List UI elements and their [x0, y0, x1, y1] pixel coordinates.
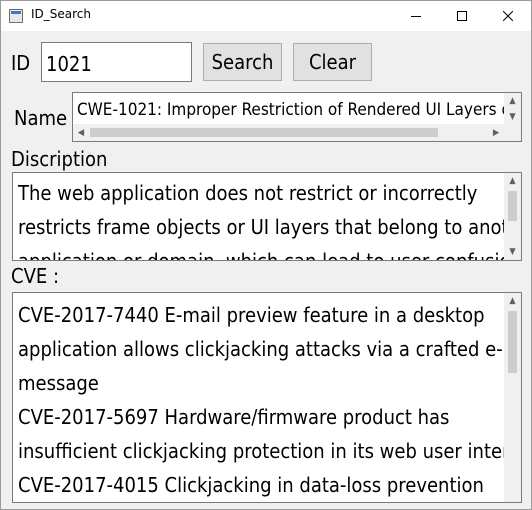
- name-label: Name: [14, 106, 68, 130]
- cve-line: CVE-2017-4015 Clickjacking in data-loss …: [18, 473, 484, 497]
- id-input-value: 1021: [46, 52, 92, 76]
- minimize-button[interactable]: [393, 1, 439, 31]
- maximize-button[interactable]: [439, 1, 485, 31]
- name-horizontal-scrollbar[interactable]: ◀ ▶: [73, 124, 504, 141]
- arrow-up-icon[interactable]: ▲: [504, 293, 521, 309]
- cve-scroll-thumb[interactable]: [508, 311, 517, 373]
- id-label: ID: [11, 51, 31, 75]
- close-icon: [503, 11, 513, 21]
- id-input[interactable]: 1021: [41, 42, 192, 82]
- close-button[interactable]: [485, 1, 531, 31]
- name-scroll-thumb[interactable]: [90, 128, 438, 137]
- arrow-down-icon[interactable]: ▼: [504, 109, 521, 125]
- app-window: ID_Search ID 1021 Search Clear Name CWE-…: [0, 0, 532, 510]
- cve-text: CVE-2017-7440 E-mail preview feature in …: [18, 298, 522, 502]
- description-line: restricts frame objects or UI layers tha…: [18, 215, 522, 239]
- cve-label: CVE :: [11, 264, 60, 288]
- title-bar[interactable]: ID_Search: [1, 1, 531, 31]
- description-line: The web application does not restrict or…: [18, 181, 478, 205]
- arrow-right-icon[interactable]: ▶: [488, 124, 504, 141]
- arrow-up-icon[interactable]: ▲: [504, 93, 521, 109]
- cve-line: message: [18, 371, 99, 395]
- cve-line: CVE-2017-5697 Hardware/firmware product …: [18, 405, 450, 429]
- cve-line: CVE-2017-7440 E-mail preview feature in …: [18, 303, 485, 327]
- arrow-down-icon[interactable]: ▼: [504, 244, 521, 260]
- description-line: application or domain, which can lead to…: [18, 249, 522, 261]
- minimize-icon: [411, 16, 421, 17]
- cve-textarea[interactable]: CVE-2017-7440 E-mail preview feature in …: [12, 292, 522, 503]
- form-icon: [9, 9, 23, 23]
- search-button[interactable]: Search: [203, 43, 282, 81]
- description-textarea[interactable]: The web application does not restrict or…: [12, 172, 522, 261]
- cve-vertical-scrollbar[interactable]: ▲: [504, 293, 521, 502]
- arrow-up-icon[interactable]: ▲: [504, 173, 521, 189]
- description-scroll-thumb[interactable]: [508, 191, 517, 221]
- description-label: Discription: [11, 147, 108, 171]
- description-vertical-scrollbar[interactable]: ▲ ▼: [504, 173, 521, 260]
- cve-line: insufficient clickjacking protection in …: [18, 439, 522, 463]
- clear-button[interactable]: Clear: [293, 43, 372, 81]
- maximize-icon: [457, 11, 467, 21]
- cve-line: application allows clickjacking attacks …: [18, 337, 522, 361]
- window-title: ID_Search: [31, 7, 92, 21]
- arrow-left-icon[interactable]: ◀: [73, 124, 89, 141]
- name-field-value: CWE-1021: Improper Restriction of Render…: [77, 100, 518, 120]
- scroll-corner: [504, 124, 521, 141]
- name-field[interactable]: CWE-1021: Improper Restriction of Render…: [72, 92, 522, 142]
- description-text: The web application does not restrict or…: [18, 176, 522, 261]
